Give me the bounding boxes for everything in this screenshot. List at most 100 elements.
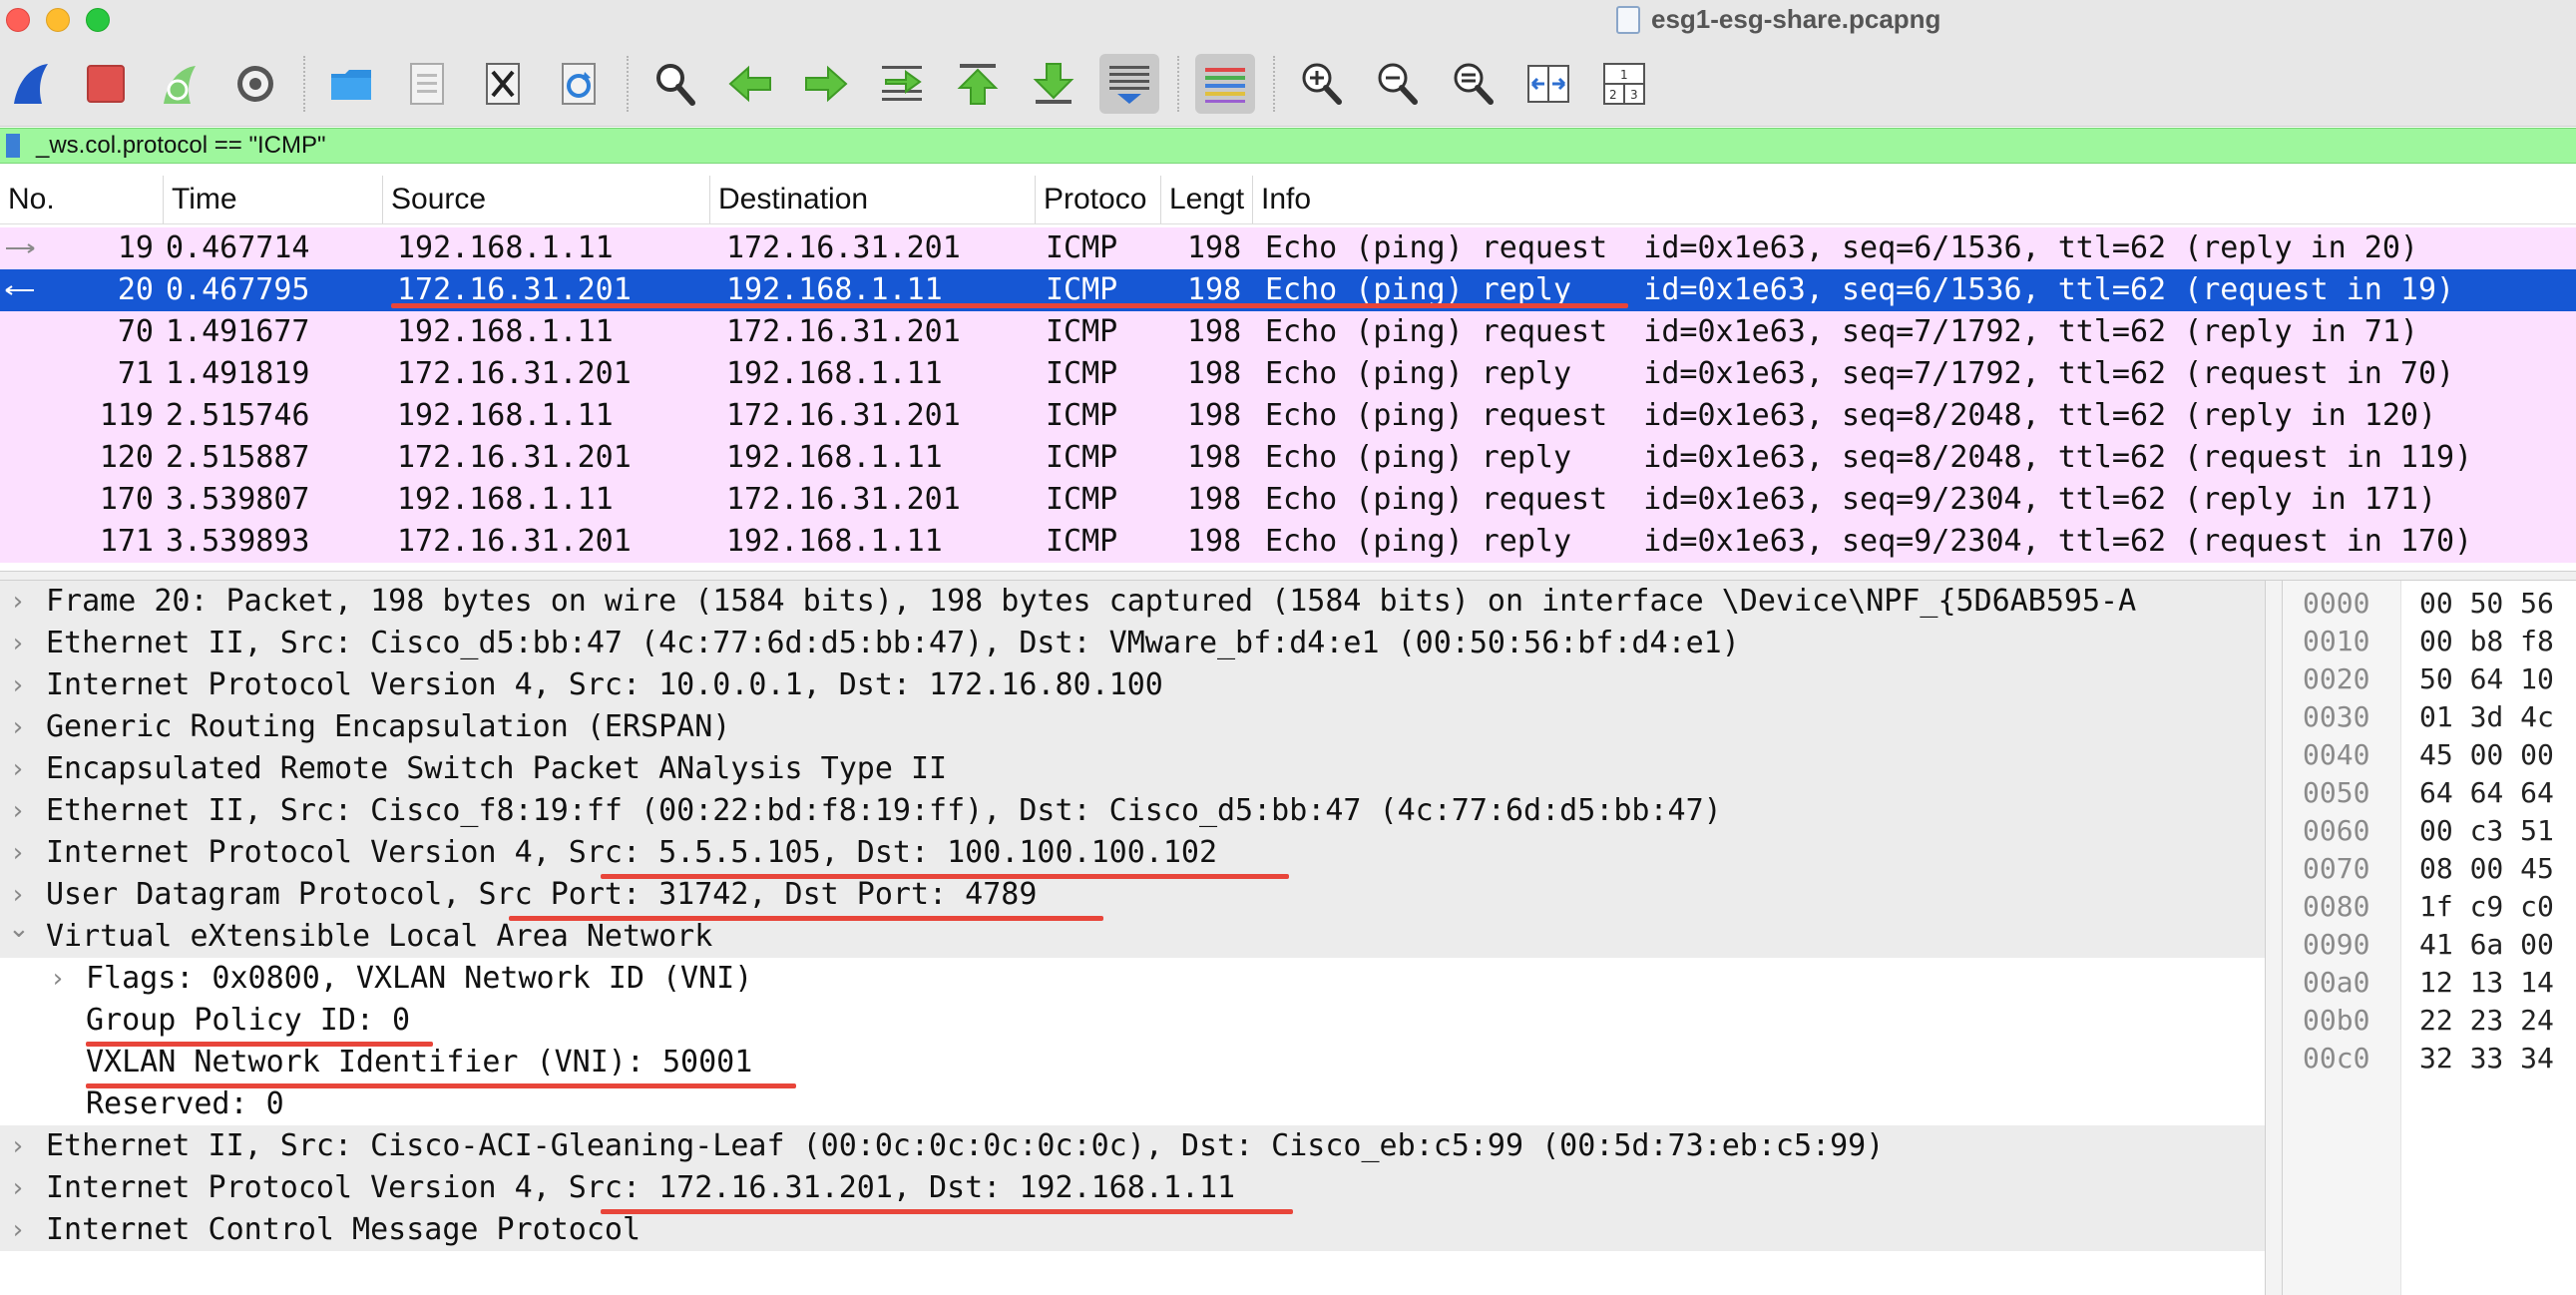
close-file-icon[interactable] — [473, 54, 533, 114]
resize-columns-icon[interactable] — [1518, 54, 1578, 114]
detail-row[interactable]: › Internet Protocol Version 4, Src: 172.1… — [0, 1167, 2265, 1209]
packet-row[interactable]: 71 1.491819 172.16.31.201 192.168.1.11 ICMP 1… — [0, 353, 2576, 395]
chevron-right-icon[interactable]: › — [8, 832, 28, 874]
go-back-icon[interactable] — [720, 54, 780, 114]
detail-row[interactable]: › Ethernet II, Src: Cisco_f8:19:ff (00:22… — [0, 790, 2265, 832]
column-header-time[interactable]: Time — [164, 176, 383, 223]
capture-options-icon[interactable] — [225, 54, 285, 114]
chevron-right-icon[interactable]: › — [8, 748, 28, 790]
normal-size-icon[interactable] — [1443, 54, 1503, 114]
packet-source: 172.16.31.201 — [397, 356, 632, 391]
filter-bookmark-icon[interactable] — [6, 134, 20, 158]
chevron-right-icon[interactable]: › — [8, 1125, 28, 1167]
packet-time: 1.491819 — [166, 356, 310, 391]
annotation-underline — [86, 1083, 796, 1088]
packet-row[interactable]: 19 0.467714 192.168.1.11 172.16.31.201 ICMP 1… — [0, 227, 2576, 269]
stop-capture-icon[interactable] — [76, 54, 136, 114]
packet-row[interactable]: 120 2.515887 172.16.31.201 192.168.1.11 ICMP… — [0, 437, 2576, 479]
hex-bytes-row[interactable]: 22 23 24 — [2419, 1002, 2554, 1040]
chevron-right-icon[interactable]: › — [8, 790, 28, 832]
go-first-packet-icon[interactable] — [948, 54, 1008, 114]
packet-row[interactable]: 119 2.515746 192.168.1.11 172.16.31.201 ICMP… — [0, 395, 2576, 437]
column-header-destination[interactable]: Destination — [710, 176, 1036, 223]
detail-row[interactable]: › Ethernet II, Src: Cisco-ACI-Gleaning-Le… — [0, 1125, 2265, 1167]
colorize-icon[interactable] — [1195, 54, 1255, 114]
column-header-protocol[interactable]: Protoco — [1036, 176, 1161, 223]
chevron-right-icon[interactable]: › — [48, 958, 68, 1000]
hex-bytes-row[interactable]: 08 00 45 — [2419, 850, 2554, 888]
find-packet-icon[interactable] — [644, 54, 704, 114]
hex-offset: 0020 — [2303, 662, 2370, 695]
hex-bytes-row[interactable]: 00 c3 51 — [2419, 812, 2554, 850]
hex-bytes-row[interactable]: 00 50 56 — [2419, 585, 2554, 623]
column-header-no[interactable]: No. — [0, 176, 164, 223]
column-header-info[interactable]: Info — [1253, 176, 2576, 223]
go-to-packet-icon[interactable] — [872, 54, 932, 114]
hex-bytes-row[interactable]: 45 00 00 — [2419, 736, 2554, 774]
open-file-icon[interactable] — [321, 54, 381, 114]
close-window-button[interactable] — [6, 8, 30, 32]
packet-no: 120 — [99, 440, 154, 475]
detail-row[interactable]: › Ethernet II, Src: Cisco_d5:bb:47 (4c:77… — [0, 623, 2265, 664]
chevron-down-icon[interactable]: ⌄ — [8, 916, 30, 950]
hex-bytes-row[interactable]: 12 13 14 — [2419, 964, 2554, 1002]
hex-bytes-row[interactable]: 41 6a 00 — [2419, 926, 2554, 964]
detail-row[interactable]: › Generic Routing Encapsulation (ERSPAN) — [0, 706, 2265, 748]
minimize-window-button[interactable] — [46, 8, 70, 32]
hex-offset: 00c0 — [2303, 1042, 2370, 1075]
zoom-in-icon[interactable] — [1291, 54, 1351, 114]
detail-row[interactable]: Reserved: 0 — [0, 1083, 2265, 1125]
display-filter-input[interactable]: _ws.col.protocol == "ICMP" — [36, 129, 325, 163]
detail-row[interactable]: › Internet Protocol Version 4, Src: 10.0.… — [0, 664, 2265, 706]
hex-bytes-row[interactable]: 50 64 10 — [2419, 660, 2554, 698]
chevron-right-icon[interactable]: › — [8, 1209, 28, 1251]
detail-row[interactable]: › Internet Control Message Protocol — [0, 1209, 2265, 1251]
column-header-length[interactable]: Lengt — [1161, 176, 1253, 223]
chevron-right-icon[interactable]: › — [8, 706, 28, 748]
chevron-right-icon[interactable]: › — [8, 1167, 28, 1209]
auto-scroll-icon[interactable] — [1099, 54, 1159, 114]
detail-row[interactable]: › Frame 20: Packet, 198 bytes on wire (15… — [0, 581, 2265, 623]
shark-fin-start-icon[interactable] — [2, 54, 62, 114]
hex-bytes-row[interactable]: 00 b8 f8 — [2419, 623, 2554, 660]
column-header-source[interactable]: Source — [383, 176, 710, 223]
pane-splitter[interactable] — [2265, 581, 2283, 1295]
packet-row[interactable]: 70 1.491677 192.168.1.11 172.16.31.201 ICMP 1… — [0, 311, 2576, 353]
detail-row[interactable]: › User Datagram Protocol, Src Port: 31742… — [0, 874, 2265, 916]
annotation-underline — [509, 916, 1103, 921]
detail-row[interactable]: › Encapsulated Remote Switch Packet ANaly… — [0, 748, 2265, 790]
hex-offset: 0030 — [2303, 700, 2370, 733]
save-file-icon[interactable] — [397, 54, 457, 114]
zoom-window-button[interactable] — [86, 8, 110, 32]
packet-no: 119 — [99, 398, 154, 433]
go-last-packet-icon[interactable] — [1024, 54, 1083, 114]
packet-length: 198 — [1187, 230, 1242, 265]
packet-row[interactable]: 170 3.539807 192.168.1.11 172.16.31.201 ICMP… — [0, 479, 2576, 521]
hex-bytes-row[interactable]: 32 33 34 — [2419, 1040, 2554, 1078]
chevron-right-icon[interactable]: › — [8, 623, 28, 664]
chevron-right-icon[interactable]: › — [8, 581, 28, 623]
go-forward-icon[interactable] — [796, 54, 856, 114]
chevron-right-icon[interactable]: › — [8, 664, 28, 706]
restart-capture-icon[interactable] — [150, 54, 210, 114]
detail-row[interactable]: › Flags: 0x0800, VXLAN Network ID (VNI) — [0, 958, 2265, 1000]
packet-destination: 192.168.1.11 — [726, 356, 943, 391]
reload-file-icon[interactable] — [549, 54, 609, 114]
hex-bytes-row[interactable]: 1f c9 c0 — [2419, 888, 2554, 926]
packet-row[interactable]: 171 3.539893 172.16.31.201 192.168.1.11 ICMP… — [0, 521, 2576, 563]
pane-divider[interactable] — [0, 571, 2576, 581]
detail-row[interactable]: Group Policy ID: 0 — [0, 1000, 2265, 1042]
detail-row[interactable]: VXLAN Network Identifier (VNI): 50001 — [0, 1042, 2265, 1083]
packet-length: 198 — [1187, 524, 1242, 559]
hex-bytes-row[interactable]: 64 64 64 — [2419, 774, 2554, 812]
hex-offset: 0070 — [2303, 852, 2370, 885]
svg-text:1: 1 — [1620, 68, 1628, 82]
zoom-out-icon[interactable] — [1367, 54, 1427, 114]
layout-panes-icon[interactable]: 123 — [1594, 54, 1654, 114]
packet-destination: 192.168.1.11 — [726, 524, 943, 559]
hex-bytes-row[interactable]: 01 3d 4c — [2419, 698, 2554, 736]
annotation-underline — [86, 1042, 433, 1047]
detail-row[interactable]: ⌄ Virtual eXtensible Local Area Network — [0, 916, 2265, 958]
detail-row[interactable]: › Internet Protocol Version 4, Src: 5.5.5… — [0, 832, 2265, 874]
chevron-right-icon[interactable]: › — [8, 874, 28, 916]
